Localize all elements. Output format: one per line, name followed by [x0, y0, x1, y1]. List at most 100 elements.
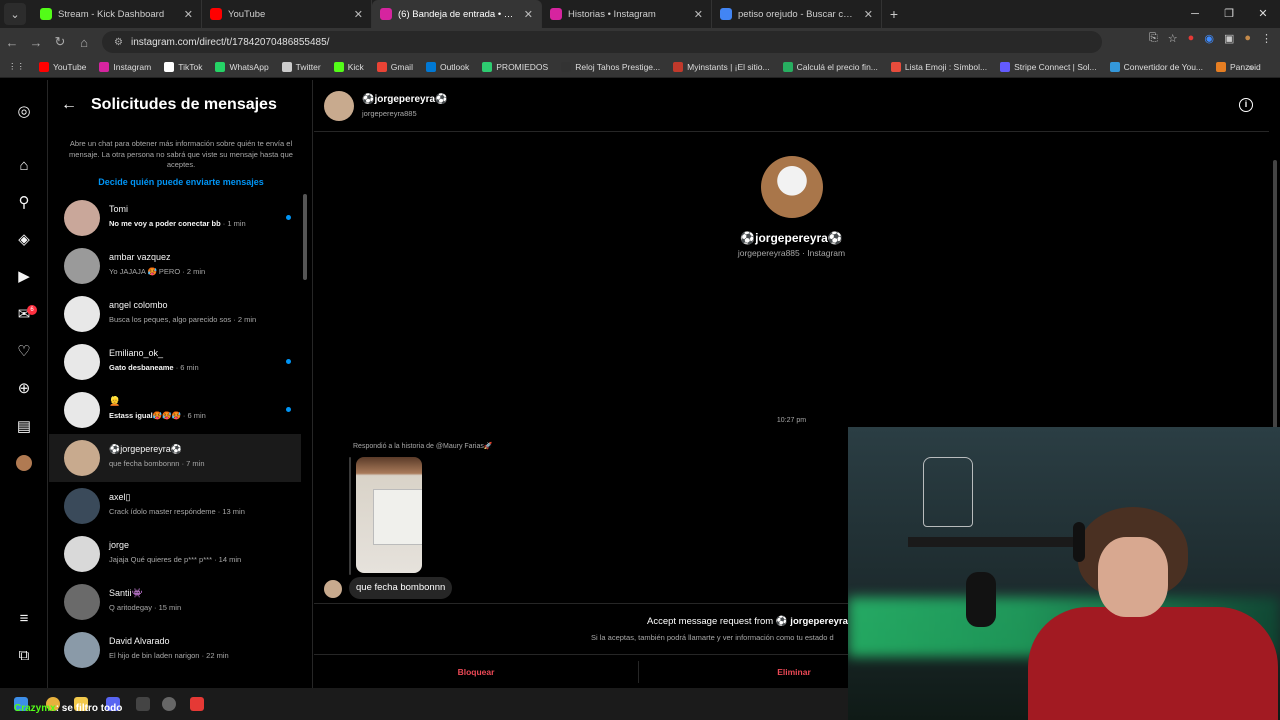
bookmark-favicon-icon [782, 61, 793, 72]
request-time: · 22 min [199, 651, 229, 660]
scrollbar-thumb[interactable] [303, 194, 307, 280]
bookmarks-bar: ⋮⋮ YouTube Instagram TikTok WhatsApp Twitter… [0, 56, 1280, 78]
bookmark-item[interactable]: Outlook [425, 61, 469, 72]
bookmark-item[interactable]: Lista Emoji : Símbol... [890, 61, 987, 72]
info-icon[interactable]: i [1239, 98, 1253, 112]
browser-tab[interactable]: (6) Bandeja de entrada • Chats ✕ [372, 0, 542, 28]
requests-scrollbar[interactable] [302, 194, 308, 688]
browser-tab[interactable]: Stream - Kick Dashboard ✕ [32, 0, 202, 28]
tab-close-icon[interactable]: ✕ [864, 8, 873, 21]
tab-close-icon[interactable]: ✕ [524, 8, 533, 21]
tab-close-icon[interactable]: ✕ [354, 8, 363, 21]
extension-icon[interactable]: ● [1188, 32, 1195, 45]
message-sender-avatar [324, 580, 342, 598]
bookmark-item[interactable]: Twitter [281, 61, 321, 72]
request-row[interactable]: Santii👾 Q aritodegay · 15 min [49, 578, 301, 626]
explore-icon[interactable]: ◈ [14, 230, 34, 250]
profile-avatar-icon[interactable]: ● [1244, 32, 1251, 45]
tab-close-icon[interactable]: ✕ [694, 8, 703, 21]
bookmark-item[interactable]: Myinstants | ¡El sitio... [673, 61, 770, 72]
dashboard-icon[interactable]: ▤ [14, 417, 34, 437]
youtube-app-icon[interactable] [190, 697, 204, 711]
profile-avatar-icon[interactable] [14, 455, 34, 475]
url-field[interactable]: ⚙ instagram.com/direct/t/178420704868554… [102, 31, 1102, 53]
create-icon[interactable]: ⊕ [14, 379, 34, 399]
request-row[interactable]: Tomi No me voy a poder conectar bb · 1 mi… [49, 194, 301, 242]
bookmark-item[interactable]: Stripe Connect | Sol... [1000, 61, 1097, 72]
home-icon[interactable]: ⌂ [14, 156, 34, 176]
accept-request-subtitle: Si la aceptas, también podrá llamarte y … [591, 633, 834, 642]
app-icon[interactable] [136, 697, 150, 711]
bookmark-item[interactable]: WhatsApp [215, 61, 269, 72]
bookmark-item[interactable]: Instagram [99, 61, 151, 72]
request-preview: El hijo de bin laden narigon · 22 min [109, 651, 229, 660]
site-info-icon[interactable]: ⚙ [114, 37, 123, 48]
chat-header-username: jorgepereyra885 [362, 109, 417, 118]
browser-tab[interactable]: YouTube ✕ [202, 0, 372, 28]
bookmark-label: Twitter [295, 61, 321, 72]
tab-close-icon[interactable]: ✕ [184, 8, 193, 21]
tab-strip: Stream - Kick Dashboard ✕ YouTube ✕ (6) Band… [32, 0, 882, 28]
browser-menu-icon[interactable]: ⋮ [1261, 32, 1272, 45]
apps-grid-icon[interactable]: ⋮⋮ [8, 61, 25, 72]
new-tab-button[interactable]: + [882, 6, 906, 22]
request-avatar [64, 392, 100, 428]
maximize-button[interactable]: ❐ [1212, 0, 1246, 28]
bookmark-item[interactable]: Kick [333, 61, 364, 72]
browser-tab[interactable]: petiso orejudo - Buscar con Go ✕ [712, 0, 882, 28]
request-row[interactable]: 👱 Estass igual🥵🥵🥵 · 6 min [49, 386, 301, 434]
search-icon[interactable]: ⚲ [14, 193, 34, 213]
instagram-logo-icon[interactable]: ◎ [14, 102, 34, 122]
webcam-overlay [848, 427, 1280, 720]
back-button[interactable]: ← [0, 35, 24, 50]
back-arrow-icon[interactable]: ← [61, 96, 77, 114]
home-button[interactable]: ⌂ [72, 35, 96, 50]
request-row[interactable]: Emiliano_ok_ Gato desbaneame · 6 min [49, 338, 301, 386]
stream-chat-message: Crazymx: se filtro todo [14, 703, 122, 714]
bookmark-item[interactable]: Reloj Tahos Prestige... [561, 61, 660, 72]
reload-button[interactable]: ↻ [48, 34, 72, 50]
bookmarks-overflow-icon[interactable]: » [1248, 62, 1253, 72]
request-row[interactable]: jorge Jajaja Qué quieres de p*** p*** · 1… [49, 530, 301, 578]
message-controls-link[interactable]: Decide quién puede enviarte mensajes [49, 177, 313, 187]
accept-request-prefix: Accept message request from [647, 616, 776, 627]
threads-icon[interactable]: ⧉ [14, 646, 34, 666]
extensions-puzzle-icon[interactable]: ▣ [1224, 32, 1234, 45]
request-row[interactable]: angel colombo Busca los peques, algo pare… [49, 290, 301, 338]
block-button[interactable]: Bloquear [314, 655, 638, 690]
menu-icon[interactable]: ≡ [14, 609, 34, 629]
profile-avatar[interactable] [761, 156, 823, 218]
story-thumbnail[interactable] [356, 457, 422, 573]
request-avatar [64, 584, 100, 620]
request-row[interactable]: axel▯ Crack ídolo master respóndeme · 13 … [49, 482, 301, 530]
heart-icon[interactable]: ♡ [14, 342, 34, 362]
extension-icon[interactable]: ◉ [1204, 32, 1214, 45]
bookmark-label: Myinstants | ¡El sitio... [687, 61, 770, 72]
bookmark-star-icon[interactable]: ☆ [1168, 32, 1178, 45]
install-app-icon[interactable]: ⎘ [1149, 32, 1158, 45]
minimize-button[interactable]: ─ [1178, 0, 1212, 28]
request-row[interactable]: ⚽jorgepereyra⚽ que fecha bombonnn · 7 min [49, 434, 301, 482]
request-time: · 14 min [212, 555, 242, 564]
tab-search-button[interactable]: ⌄ [4, 3, 26, 25]
unread-dot [286, 215, 291, 220]
bookmark-favicon-icon [890, 61, 901, 72]
bookmark-item[interactable]: Gmail [376, 61, 413, 72]
bookmark-item[interactable]: Panzoid [1216, 61, 1261, 72]
forward-button[interactable]: → [24, 35, 48, 50]
chat-header-name[interactable]: ⚽jorgepereyra⚽ [362, 94, 448, 105]
request-row[interactable]: David Alvarado El hijo de bin laden narig… [49, 626, 301, 674]
bookmark-item[interactable]: Calculá el precio fin... [782, 61, 878, 72]
reels-icon[interactable]: ▶ [14, 267, 34, 287]
chat-header-avatar[interactable] [324, 91, 354, 121]
bookmark-item[interactable]: PROMIEDOS [482, 61, 548, 72]
request-row[interactable]: ambar vazquez Yo JAJAJA 🥵 PERO · 2 min [49, 242, 301, 290]
obs-icon[interactable] [162, 697, 176, 711]
close-window-button[interactable]: ✕ [1246, 0, 1280, 28]
bookmark-item[interactable]: Convertidor de You... [1109, 61, 1203, 72]
request-preview-text: Busca los peques, algo parecido sos [109, 315, 232, 324]
bookmark-item[interactable]: YouTube [39, 61, 86, 72]
story-reply-bar [349, 457, 351, 575]
bookmark-item[interactable]: TikTok [164, 61, 202, 72]
browser-tab[interactable]: Historias • Instagram ✕ [542, 0, 712, 28]
